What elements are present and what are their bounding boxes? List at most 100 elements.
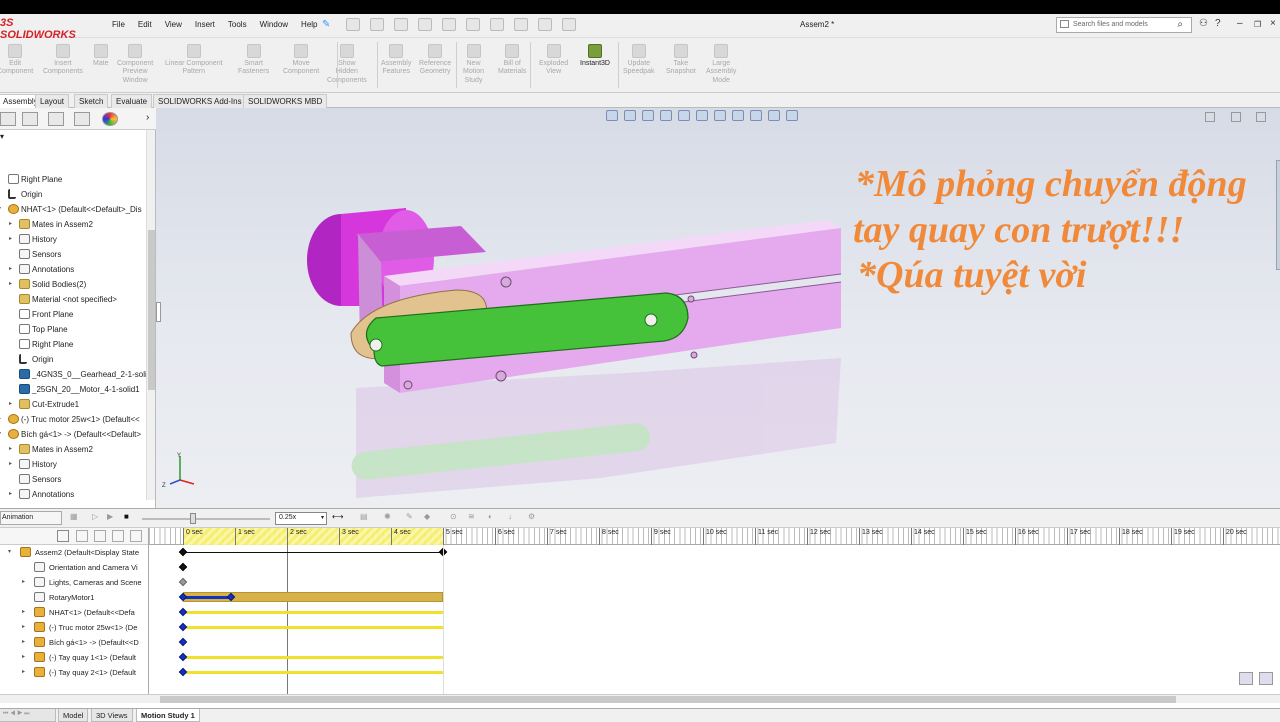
keyframe[interactable] (178, 667, 188, 677)
keyframe[interactable] (178, 622, 188, 632)
tree-item-origin[interactable]: Origin (0, 187, 146, 202)
display-manager-tab-icon[interactable] (102, 112, 118, 126)
property-manager-tab-icon[interactable] (22, 112, 38, 126)
open-icon[interactable] (394, 18, 408, 31)
zoom-to-area-icon[interactable] (624, 110, 636, 121)
command-move-component[interactable]: Move Component (283, 44, 319, 77)
feature-manager-tab-icon[interactable] (0, 112, 16, 126)
menu-insert[interactable]: Insert (195, 20, 215, 29)
chevron-right-icon[interactable]: ▸ (22, 638, 25, 645)
slider-knob[interactable] (190, 513, 196, 524)
command-smart-fasteners[interactable]: Smart Fasteners (238, 44, 269, 77)
tab-sketch[interactable]: Sketch (74, 94, 109, 108)
scroll-thumb[interactable] (148, 230, 155, 390)
chevron-right-icon[interactable]: ▸ (22, 668, 25, 675)
bottom-tab-3d-views[interactable]: 3D Views (91, 709, 133, 722)
save-animation-icon[interactable]: ▤ (360, 512, 371, 523)
command-reference-geometry[interactable]: Reference Geometry (419, 44, 451, 77)
chevron-right-icon[interactable]: ▸ (0, 415, 1, 422)
spring-icon[interactable]: ≋ (468, 512, 479, 523)
tree-item-sensors[interactable]: Sensors (0, 472, 146, 487)
chevron-right-icon[interactable]: ▸ (9, 235, 12, 242)
component-duration-bar[interactable] (183, 611, 443, 614)
playback-mode-icon[interactable]: ⟷ (332, 512, 343, 523)
zoom-out-icon[interactable] (1239, 672, 1253, 685)
add-key-icon[interactable]: ◆ (424, 512, 435, 523)
tree-item-mates-in-assem2[interactable]: ▸ Mates in Assem2 (0, 217, 146, 232)
edit-appearance-icon[interactable] (750, 110, 762, 121)
time-ruler[interactable]: 0 sec 1 sec 2 sec 3 sec 4 sec 5 sec 6 sec 7 sec… (149, 528, 1280, 545)
menu-window[interactable]: Window (260, 20, 288, 29)
component-duration-bar[interactable] (183, 671, 443, 674)
contact-icon[interactable]: ◐ (488, 512, 499, 523)
tree-item-4gn3s-0-gearhead-2-1-solid[interactable]: _4GN3S_0__Gearhead_2-1-solid (0, 367, 146, 382)
timeline-scrollbar[interactable] (0, 694, 1280, 703)
keyframe[interactable] (178, 652, 188, 662)
autokey-icon[interactable]: ✎ (406, 512, 417, 523)
search-input[interactable]: Search files and models ⌕ (1056, 17, 1192, 33)
scroll-thumb[interactable] (160, 696, 1176, 703)
keyframe[interactable] (178, 577, 188, 587)
chevron-right-icon[interactable]: ▸ (9, 280, 12, 287)
apply-scene-icon[interactable] (768, 110, 780, 121)
command-assembly-features[interactable]: Assembly Features (381, 44, 411, 77)
tree-item-top-plane[interactable]: Top Plane (0, 322, 146, 337)
rebuild-icon[interactable] (514, 18, 528, 31)
chevron-right-icon[interactable]: ▸ (22, 578, 25, 585)
panel-collapse-handle[interactable] (156, 302, 161, 322)
tree-item-annotations[interactable]: ▸ Annotations (0, 487, 146, 502)
help-icon[interactable]: ? (1215, 18, 1221, 29)
timeline[interactable]: 0 sec 1 sec 2 sec 3 sec 4 sec 5 sec 6 sec 7 sec… (149, 528, 1280, 694)
filter-driving-icon[interactable] (76, 530, 88, 542)
previous-view-icon[interactable] (642, 110, 654, 121)
bottom-tab-model[interactable]: Model (58, 709, 89, 722)
command-linear-component-pattern[interactable]: Linear Component Pattern (165, 44, 223, 77)
filter-results-icon[interactable] (112, 530, 124, 542)
stop-icon[interactable]: ■ (124, 512, 135, 523)
user-icon[interactable]: ⚇ (1199, 18, 1208, 29)
restore-icon[interactable]: ❐ (1254, 20, 1261, 29)
tree-item-origin[interactable]: Origin (0, 352, 146, 367)
menu-tools[interactable]: Tools (228, 20, 247, 29)
command-new-motion-study[interactable]: New Motion Study (463, 44, 484, 85)
tree-item-right-plane[interactable]: Right Plane (0, 172, 146, 187)
tree-item-right-plane[interactable]: Right Plane (0, 337, 146, 352)
keyframe[interactable] (178, 562, 188, 572)
tree-item-nhat-1-default-default-dis[interactable]: ▾ NHAT<1> (Default<<Default>_Dis (0, 202, 146, 217)
tree-item-mates-in-assem2[interactable]: ▸ Mates in Assem2 (0, 442, 146, 457)
minimize-icon[interactable]: – (1237, 18, 1243, 29)
keyframe[interactable] (178, 547, 188, 557)
command-take-snapshot[interactable]: Take Snapshot (666, 44, 696, 77)
tab-layout[interactable]: Layout (35, 94, 70, 108)
view-orientation-icon[interactable] (696, 110, 708, 121)
keyframe[interactable] (178, 607, 188, 617)
chevron-right-icon[interactable]: ▸ (22, 653, 25, 660)
command-instant3d[interactable]: Instant3D (580, 44, 610, 68)
chevron-down-icon[interactable]: ▾ (8, 548, 11, 555)
scroll-first-tabs-icon[interactable]: ⏮ ◀ ▶ ⏭ (0, 709, 56, 722)
save-icon[interactable] (418, 18, 432, 31)
chevron-right-icon[interactable]: ▸ (9, 400, 12, 407)
undo-icon[interactable] (466, 18, 480, 31)
tree-item-history[interactable]: ▸ History (0, 232, 146, 247)
motion-item-nhat-1-default-defa[interactable]: ▸ NHAT<1> (Default<<Defa (0, 605, 148, 620)
component-duration-bar[interactable] (183, 626, 443, 629)
new-document-icon[interactable] (370, 18, 384, 31)
motion-item-truc-motor-25w-1-de[interactable]: ▸ (-) Truc motor 25w<1> (De (0, 620, 148, 635)
solidworks-logo[interactable]: 3S SOLIDWORKS (0, 17, 92, 41)
calculate-icon[interactable]: ▦ (70, 512, 81, 523)
tree-item-annotations[interactable]: ▸ Annotations (0, 262, 146, 277)
file-properties-icon[interactable] (538, 18, 552, 31)
gravity-icon[interactable]: ↓ (508, 512, 519, 523)
menu-help[interactable]: Help (301, 20, 317, 29)
graphics-area[interactable]: *Mô phỏng chuyển động tay quay con trượt… (156, 108, 1280, 508)
motion-item-tay-quay-2-1-default[interactable]: ▸ (-) Tay quay 2<1> (Default (0, 665, 148, 680)
dynamic-annotation-icon[interactable] (678, 110, 690, 121)
component-duration-bar[interactable] (183, 656, 443, 659)
filter-collapse-icon[interactable] (130, 530, 142, 542)
command-insert-components[interactable]: Insert Components (43, 44, 83, 77)
command-exploded-view[interactable]: Exploded View (539, 44, 568, 77)
tree-item-front-plane[interactable]: Front Plane (0, 307, 146, 322)
menu-view[interactable]: View (165, 20, 182, 29)
chevron-right-icon[interactable]: ▸ (22, 608, 25, 615)
